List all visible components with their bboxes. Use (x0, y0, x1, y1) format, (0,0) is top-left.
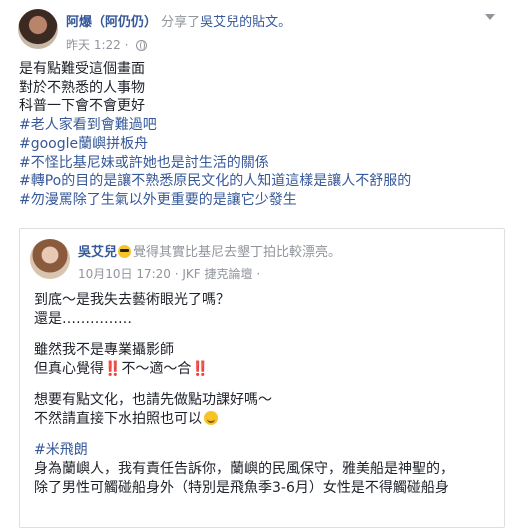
author-name[interactable]: 阿爆（阿仍仍） (66, 15, 157, 30)
post-timestamp-row: 昨天 1:22 · (66, 36, 148, 53)
shared-post-meta[interactable]: 10月10日 17:20 · JKF 捷克論壇 · (78, 265, 260, 282)
feeling-text: 覺得其實比基尼去墾丁拍比較漂亮。 (133, 245, 342, 260)
post-line: 對於不熟悉的人事物 (19, 79, 145, 96)
post-line: 是有點難受這個畫面 (19, 61, 145, 77)
shared-line-with-emoji: 不然請直接下水拍照也可以 (34, 410, 500, 429)
double-exclamation-icon: ‼️ (191, 361, 209, 377)
shared-author-name[interactable]: 吳艾兒 (78, 245, 117, 260)
shared-line: 雖然我不是專業攝影師 (34, 342, 174, 358)
facebook-post: 阿爆（阿仍仍） 分享了吳艾兒的貼文。 昨天 1:22 · 是有點難受這個畫面 對… (0, 0, 505, 528)
shared-line: 想要有點文化，也請先做點功課好嗎～ (34, 392, 272, 408)
shared-post-link[interactable]: 吳艾兒的貼文。 (200, 15, 291, 30)
shared-text: 不～適～合 (121, 361, 192, 377)
shared-author-avatar[interactable] (30, 239, 70, 279)
shared-label: 分享了 (161, 15, 201, 30)
shared-line: 到底～是我失去藝術眼光了嗎？ (34, 292, 230, 308)
shared-post-header: 吳艾兒 覺得其實比基尼去墾丁拍比較漂亮。 (78, 241, 341, 260)
hashtag-link[interactable]: #老人家看到會難過吧 (19, 116, 499, 135)
shared-text: 但真心覺得 (34, 361, 104, 377)
post-body: 是有點難受這個畫面 對於不熟悉的人事物 科普一下會不會更好 #老人家看到會難過吧… (19, 60, 499, 210)
post-timestamp[interactable]: 昨天 1:22 · (66, 38, 128, 52)
author-avatar[interactable] (18, 9, 58, 49)
hashtag-link[interactable]: #米飛朗 (34, 441, 500, 460)
double-exclamation-icon: ‼️ (104, 361, 122, 377)
post-line: 科普一下會不會更好 (19, 98, 145, 115)
globe-icon (136, 40, 148, 51)
shared-line-emphasis: 但真心覺得‼️不～適～合‼️ (34, 360, 500, 379)
shared-text: 不然請直接下水拍照也可以 (34, 411, 202, 427)
shared-line: 還是…………… (34, 311, 132, 327)
shared-post-card[interactable]: 吳艾兒 覺得其實比基尼去墾丁拍比較漂亮。 10月10日 17:20 · JKF 捷… (19, 228, 505, 528)
hashtag-link[interactable]: #不怪比基尼妹或許她也是討生活的關係 (19, 154, 499, 173)
shared-line: 身為蘭嶼人，我有責任告訴你，蘭嶼的民風保守，雅美船是神聖的， (34, 461, 454, 477)
hashtag-link[interactable]: #轉Po的目的是讓不熟悉原民文化的人知道這樣是讓人不舒服的 (19, 172, 499, 191)
hashtag-link[interactable]: #勿漫罵除了生氣以外更重要的是讓它少發生 (19, 191, 499, 210)
shared-line: 除了男性可觸碰船身外（特別是飛魚季3-6月）女性是不得觸碰船身 (34, 480, 449, 496)
hashtag-link[interactable]: #google蘭嶼拼板舟 (19, 135, 499, 154)
sunglasses-emoji-icon (118, 245, 132, 258)
post-header: 阿爆（阿仍仍） 分享了吳艾兒的貼文。 (66, 11, 291, 30)
chevron-down-icon[interactable] (485, 14, 495, 20)
shared-post-body: 到底～是我失去藝術眼光了嗎？ 還是…………… 雖然我不是專業攝影師 但真心覺得‼… (34, 291, 500, 498)
smile-emoji-icon (204, 411, 218, 425)
